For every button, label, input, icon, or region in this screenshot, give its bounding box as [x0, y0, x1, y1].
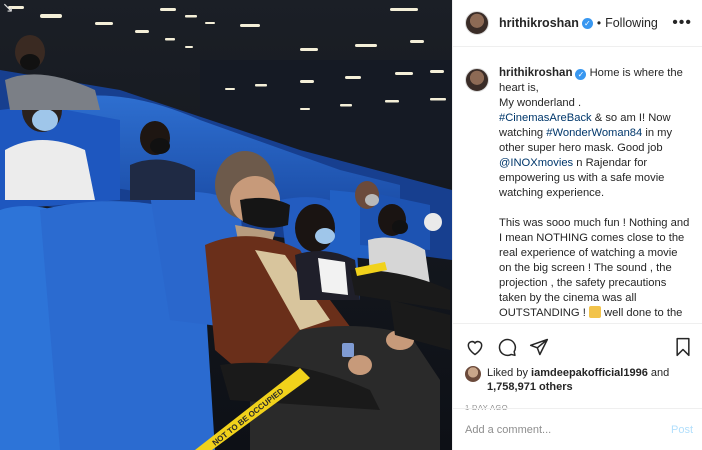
caption-username[interactable]: hrithikroshan [499, 67, 572, 79]
instagram-post: NOT TO BE OCCUPIED ↘ hrithikroshan ✓ • F… [0, 0, 702, 450]
likes-text: Liked by iamdeepakofficial1996 and 1,758… [487, 366, 669, 394]
comment-bar: Post [453, 408, 702, 450]
liked-by-prefix: Liked by [487, 367, 532, 379]
more-dots-icon[interactable]: ••• [672, 14, 692, 32]
avatar[interactable] [465, 11, 489, 35]
following-button[interactable]: Following [605, 16, 658, 30]
comment-input[interactable] [465, 423, 671, 436]
liked-by-and: and [647, 367, 670, 379]
caption-area: hrithikroshan ✓ Home is where the heart i… [453, 48, 702, 323]
hands-raised-emoji-icon [588, 306, 601, 318]
action-icons-row [465, 332, 693, 362]
others-count-link[interactable]: 1,758,971 others [487, 381, 573, 393]
caption-text: hrithikroshan ✓ Home is where the heart i… [499, 66, 693, 323]
post-photo[interactable]: NOT TO BE OCCUPIED ↘ [0, 0, 452, 450]
caption-segment: This was sooo much fun ! Nothing and I m… [499, 217, 690, 319]
post-header: hrithikroshan ✓ • Following ••• [453, 0, 702, 47]
hashtag-link[interactable]: #CinemasAreBack [499, 112, 592, 124]
post-sidebar: hrithikroshan ✓ • Following ••• hrithikr… [452, 0, 702, 450]
comment-icon[interactable] [497, 337, 517, 357]
action-bar: Liked by iamdeepakofficial1996 and 1,758… [453, 323, 702, 412]
caption-paragraph-2: This was sooo much fun ! Nothing and I m… [499, 216, 693, 323]
caption-avatar[interactable] [465, 68, 489, 92]
bookmark-icon[interactable] [673, 337, 693, 357]
cinema-photo: NOT TO BE OCCUPIED [0, 0, 452, 450]
share-icon[interactable] [529, 337, 549, 357]
post-comment-button[interactable]: Post [671, 424, 693, 436]
verified-badge-icon: ✓ [581, 17, 593, 29]
caption-segment: My wonderland . [499, 97, 582, 109]
separator-dot: • [596, 16, 602, 30]
liked-by-user-link[interactable]: iamdeepakofficial1996 [531, 367, 648, 379]
likes-summary: Liked by iamdeepakofficial1996 and 1,758… [465, 366, 693, 394]
hashtag-link[interactable]: #WonderWoman84 [546, 127, 642, 139]
liker-avatar[interactable] [465, 366, 481, 382]
header-username[interactable]: hrithikroshan [499, 16, 579, 30]
caption-paragraph-1: hrithikroshan ✓ Home is where the heart i… [499, 66, 693, 201]
arrow-down-icon: ↘ [2, 0, 14, 15]
heart-icon[interactable] [465, 337, 485, 357]
verified-badge-icon: ✓ [575, 69, 587, 80]
mention-link[interactable]: @INOXmovies [499, 157, 573, 169]
